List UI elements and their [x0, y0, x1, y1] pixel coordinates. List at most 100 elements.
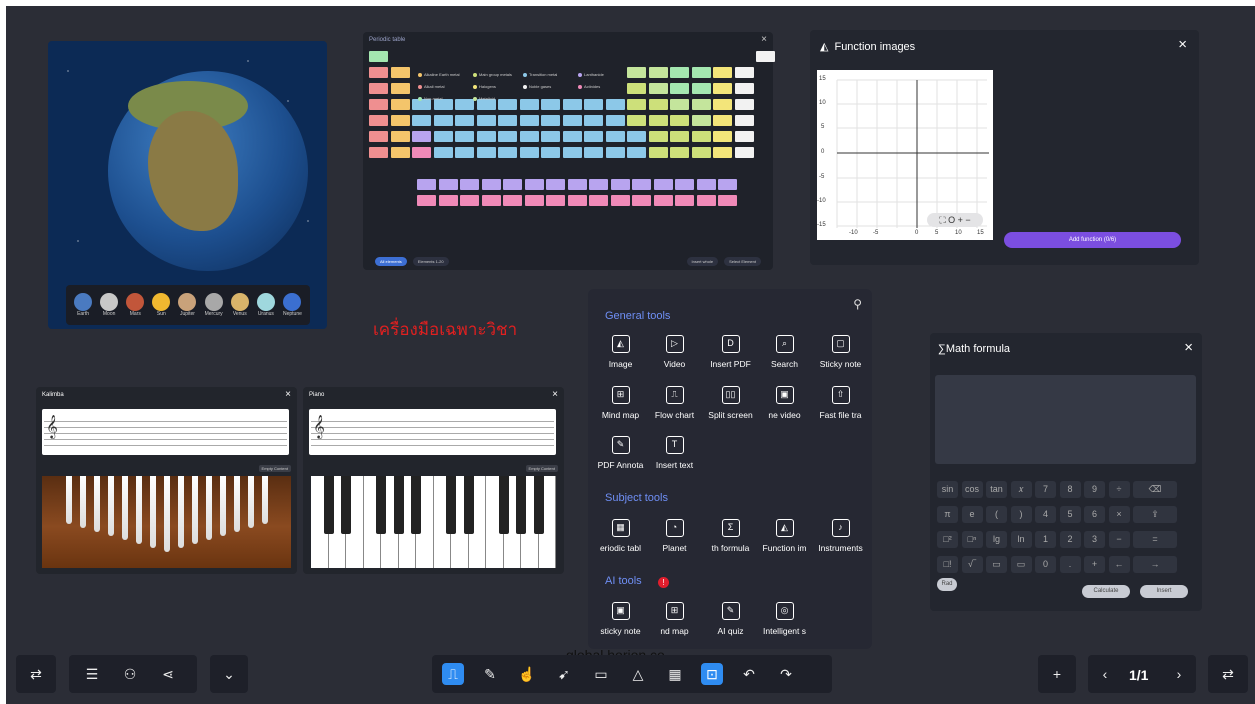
- element-cell[interactable]: [713, 147, 732, 158]
- element-cell[interactable]: [632, 195, 651, 206]
- element-cell[interactable]: [713, 83, 732, 94]
- piano-black-key[interactable]: [533, 476, 544, 534]
- element-cell[interactable]: [734, 99, 754, 110]
- piano-black-key[interactable]: [516, 476, 526, 534]
- math-key[interactable]: +: [1084, 556, 1105, 573]
- math-key[interactable]: 1: [1035, 531, 1056, 548]
- element-cell[interactable]: [734, 83, 754, 94]
- element-cell[interactable]: [691, 147, 711, 158]
- element-cell[interactable]: [562, 147, 582, 158]
- tool-online-video[interactable]: ▣ ne video: [756, 386, 813, 420]
- element-cell[interactable]: [670, 99, 689, 110]
- element-cell[interactable]: [713, 115, 732, 126]
- element-cell[interactable]: [605, 115, 625, 126]
- planet-jupiter[interactable]: Jupiter: [178, 293, 197, 317]
- element-cell[interactable]: [369, 131, 388, 142]
- switch-side-icon[interactable]: ⇄: [1217, 663, 1239, 685]
- element-cell[interactable]: [627, 115, 646, 126]
- tool-periodic-table[interactable]: ▦ eriodic tabl: [592, 519, 649, 553]
- element-cell[interactable]: [610, 195, 630, 206]
- tool-instruments[interactable]: ♪ Instruments: [812, 519, 869, 553]
- select-element-button[interactable]: Select Element: [724, 257, 761, 266]
- element-cell[interactable]: [481, 195, 501, 206]
- math-key[interactable]: lg: [986, 531, 1007, 548]
- element-cell[interactable]: [691, 115, 711, 126]
- close-icon[interactable]: ×: [285, 389, 291, 400]
- element-cell[interactable]: [670, 67, 689, 78]
- element-cell[interactable]: [417, 195, 436, 206]
- element-cell[interactable]: [476, 147, 496, 158]
- element-cell[interactable]: [369, 99, 388, 110]
- element-cell[interactable]: [632, 179, 651, 190]
- element-cell[interactable]: [546, 195, 565, 206]
- piano-window[interactable]: Piano × 𝄞 Empty Content: [303, 387, 564, 574]
- planet-mars[interactable]: Mars: [126, 293, 145, 317]
- element-cell[interactable]: [691, 83, 711, 94]
- tool-ai-sticky-note[interactable]: ▣ sticky note: [592, 602, 649, 636]
- element-cell[interactable]: [498, 147, 517, 158]
- pin-icon[interactable]: ⚲: [853, 297, 862, 311]
- element-cell[interactable]: [627, 147, 646, 158]
- element-cell[interactable]: [369, 51, 388, 62]
- element-cell[interactable]: [696, 195, 716, 206]
- piano-black-key[interactable]: [411, 476, 421, 534]
- next-page-icon[interactable]: ›: [1168, 663, 1190, 685]
- element-cell[interactable]: [541, 99, 560, 110]
- formula-display[interactable]: [935, 375, 1196, 464]
- graph-zoom-controls[interactable]: ⛶ O + −: [927, 213, 983, 227]
- element-cell[interactable]: [433, 115, 453, 126]
- math-key[interactable]: .: [1059, 556, 1081, 573]
- element-cell[interactable]: [605, 147, 625, 158]
- element-cell[interactable]: [648, 99, 668, 110]
- element-cell[interactable]: [412, 131, 431, 142]
- piano-black-key[interactable]: [498, 476, 509, 534]
- shapes-icon[interactable]: △: [627, 663, 649, 685]
- tool-flow-chart[interactable]: ⎍ Flow chart: [646, 386, 703, 420]
- empty-content-button[interactable]: Empty Content: [258, 465, 291, 472]
- element-cell[interactable]: [584, 99, 603, 110]
- math-key[interactable]: 6: [1084, 506, 1105, 523]
- element-cell[interactable]: [691, 67, 711, 78]
- users-icon[interactable]: ⚇: [119, 663, 141, 685]
- element-cell[interactable]: [390, 147, 410, 158]
- element-cell[interactable]: [627, 83, 646, 94]
- element-cell[interactable]: [584, 147, 603, 158]
- element-cell[interactable]: [433, 131, 453, 142]
- element-cell[interactable]: [562, 131, 582, 142]
- element-cell[interactable]: [718, 195, 737, 206]
- element-cell[interactable]: [675, 179, 694, 190]
- element-cell[interactable]: [519, 147, 539, 158]
- element-cell[interactable]: [589, 195, 608, 206]
- element-cell[interactable]: [713, 67, 732, 78]
- piano-black-key[interactable]: [393, 476, 404, 534]
- tool-insert-text[interactable]: T Insert text: [646, 436, 703, 470]
- element-cell[interactable]: [455, 147, 474, 158]
- redo-icon[interactable]: ↷: [775, 663, 797, 685]
- ruler-icon[interactable]: ▭: [590, 663, 612, 685]
- math-key[interactable]: sin: [937, 481, 958, 498]
- element-cell[interactable]: [390, 131, 410, 142]
- menu-icon[interactable]: ☰: [81, 663, 103, 685]
- math-key[interactable]: □²: [937, 531, 958, 548]
- chevron-down-icon[interactable]: ⌄: [218, 663, 240, 685]
- element-cell[interactable]: [627, 67, 646, 78]
- element-cell[interactable]: [627, 99, 646, 110]
- piano-black-key[interactable]: [376, 476, 386, 534]
- insert-whole-button[interactable]: Insert whole: [686, 257, 719, 266]
- hand-icon[interactable]: ☝: [516, 663, 538, 685]
- element-cell[interactable]: [390, 115, 410, 126]
- element-cell[interactable]: [369, 115, 388, 126]
- math-key[interactable]: ▭: [1010, 556, 1032, 573]
- math-key[interactable]: 2: [1059, 531, 1081, 548]
- element-cell[interactable]: [648, 115, 668, 126]
- element-cell[interactable]: [498, 131, 517, 142]
- element-cell[interactable]: [524, 195, 544, 206]
- planet-sun[interactable]: Sun: [152, 293, 171, 317]
- element-cell[interactable]: [541, 131, 560, 142]
- tool-pdf-annotation[interactable]: ✎ PDF Annota: [592, 436, 649, 470]
- math-key[interactable]: □ⁿ: [961, 531, 983, 548]
- share-icon[interactable]: ⋖: [157, 663, 179, 685]
- element-cell[interactable]: [562, 99, 582, 110]
- math-key[interactable]: 8: [1059, 481, 1081, 498]
- switch-side-icon[interactable]: ⇄: [25, 663, 47, 685]
